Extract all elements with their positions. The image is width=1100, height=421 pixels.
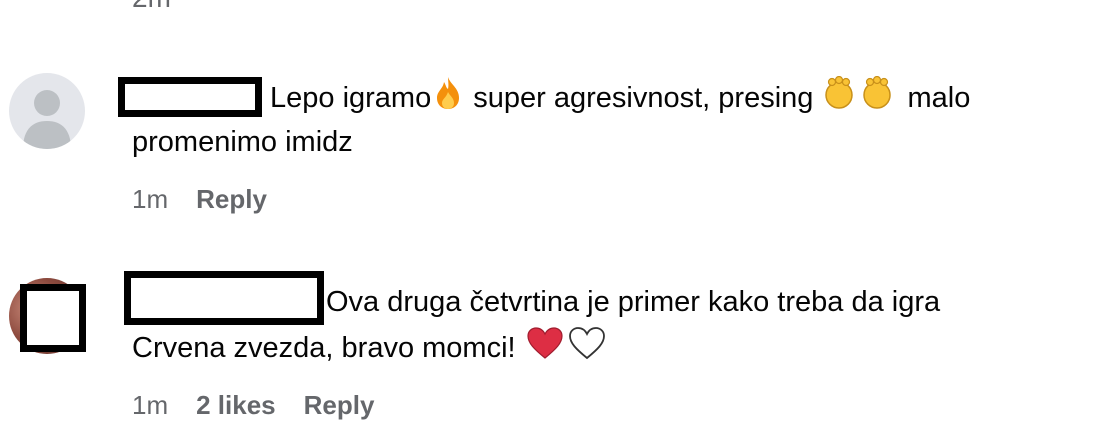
redacted-username	[124, 271, 324, 325]
comment-text-segment: malo	[899, 82, 971, 115]
comment-text-line1: Lepo igramo super agresivnost, presing m…	[270, 75, 971, 123]
red-heart-icon	[526, 326, 564, 373]
previous-comment-timestamp: 2m	[132, 0, 171, 14]
comment-meta: 1m 2 likes Reply	[132, 390, 402, 421]
comment-text-segment: Crvena zvezda, bravo momci!	[132, 332, 524, 365]
comment-timestamp[interactable]: 1m	[132, 184, 168, 214]
user-silhouette-icon	[23, 90, 71, 149]
redacted-username	[118, 77, 262, 117]
reply-button[interactable]: Reply	[304, 390, 375, 420]
likes-count[interactable]: 2 likes	[196, 390, 276, 420]
clapping-hands-icon	[823, 75, 897, 123]
fire-icon	[433, 76, 463, 123]
avatar[interactable]	[9, 73, 85, 149]
comment-meta: 1m Reply	[132, 184, 295, 215]
comment-text-line2: promenimo imidz	[132, 126, 353, 158]
comment-text-segment: super agresivnost, presing	[465, 82, 822, 115]
comment-text-line1: Ova druga četvrtina je primer kako treba…	[326, 286, 941, 318]
comment-text-segment: Lepo igramo	[270, 82, 432, 115]
comment-timestamp[interactable]: 1m	[132, 390, 168, 420]
white-heart-icon	[568, 326, 606, 373]
reply-button[interactable]: Reply	[196, 184, 267, 214]
comment-text-line2: Crvena zvezda, bravo momci!	[132, 326, 608, 373]
redacted-avatar	[20, 284, 86, 352]
